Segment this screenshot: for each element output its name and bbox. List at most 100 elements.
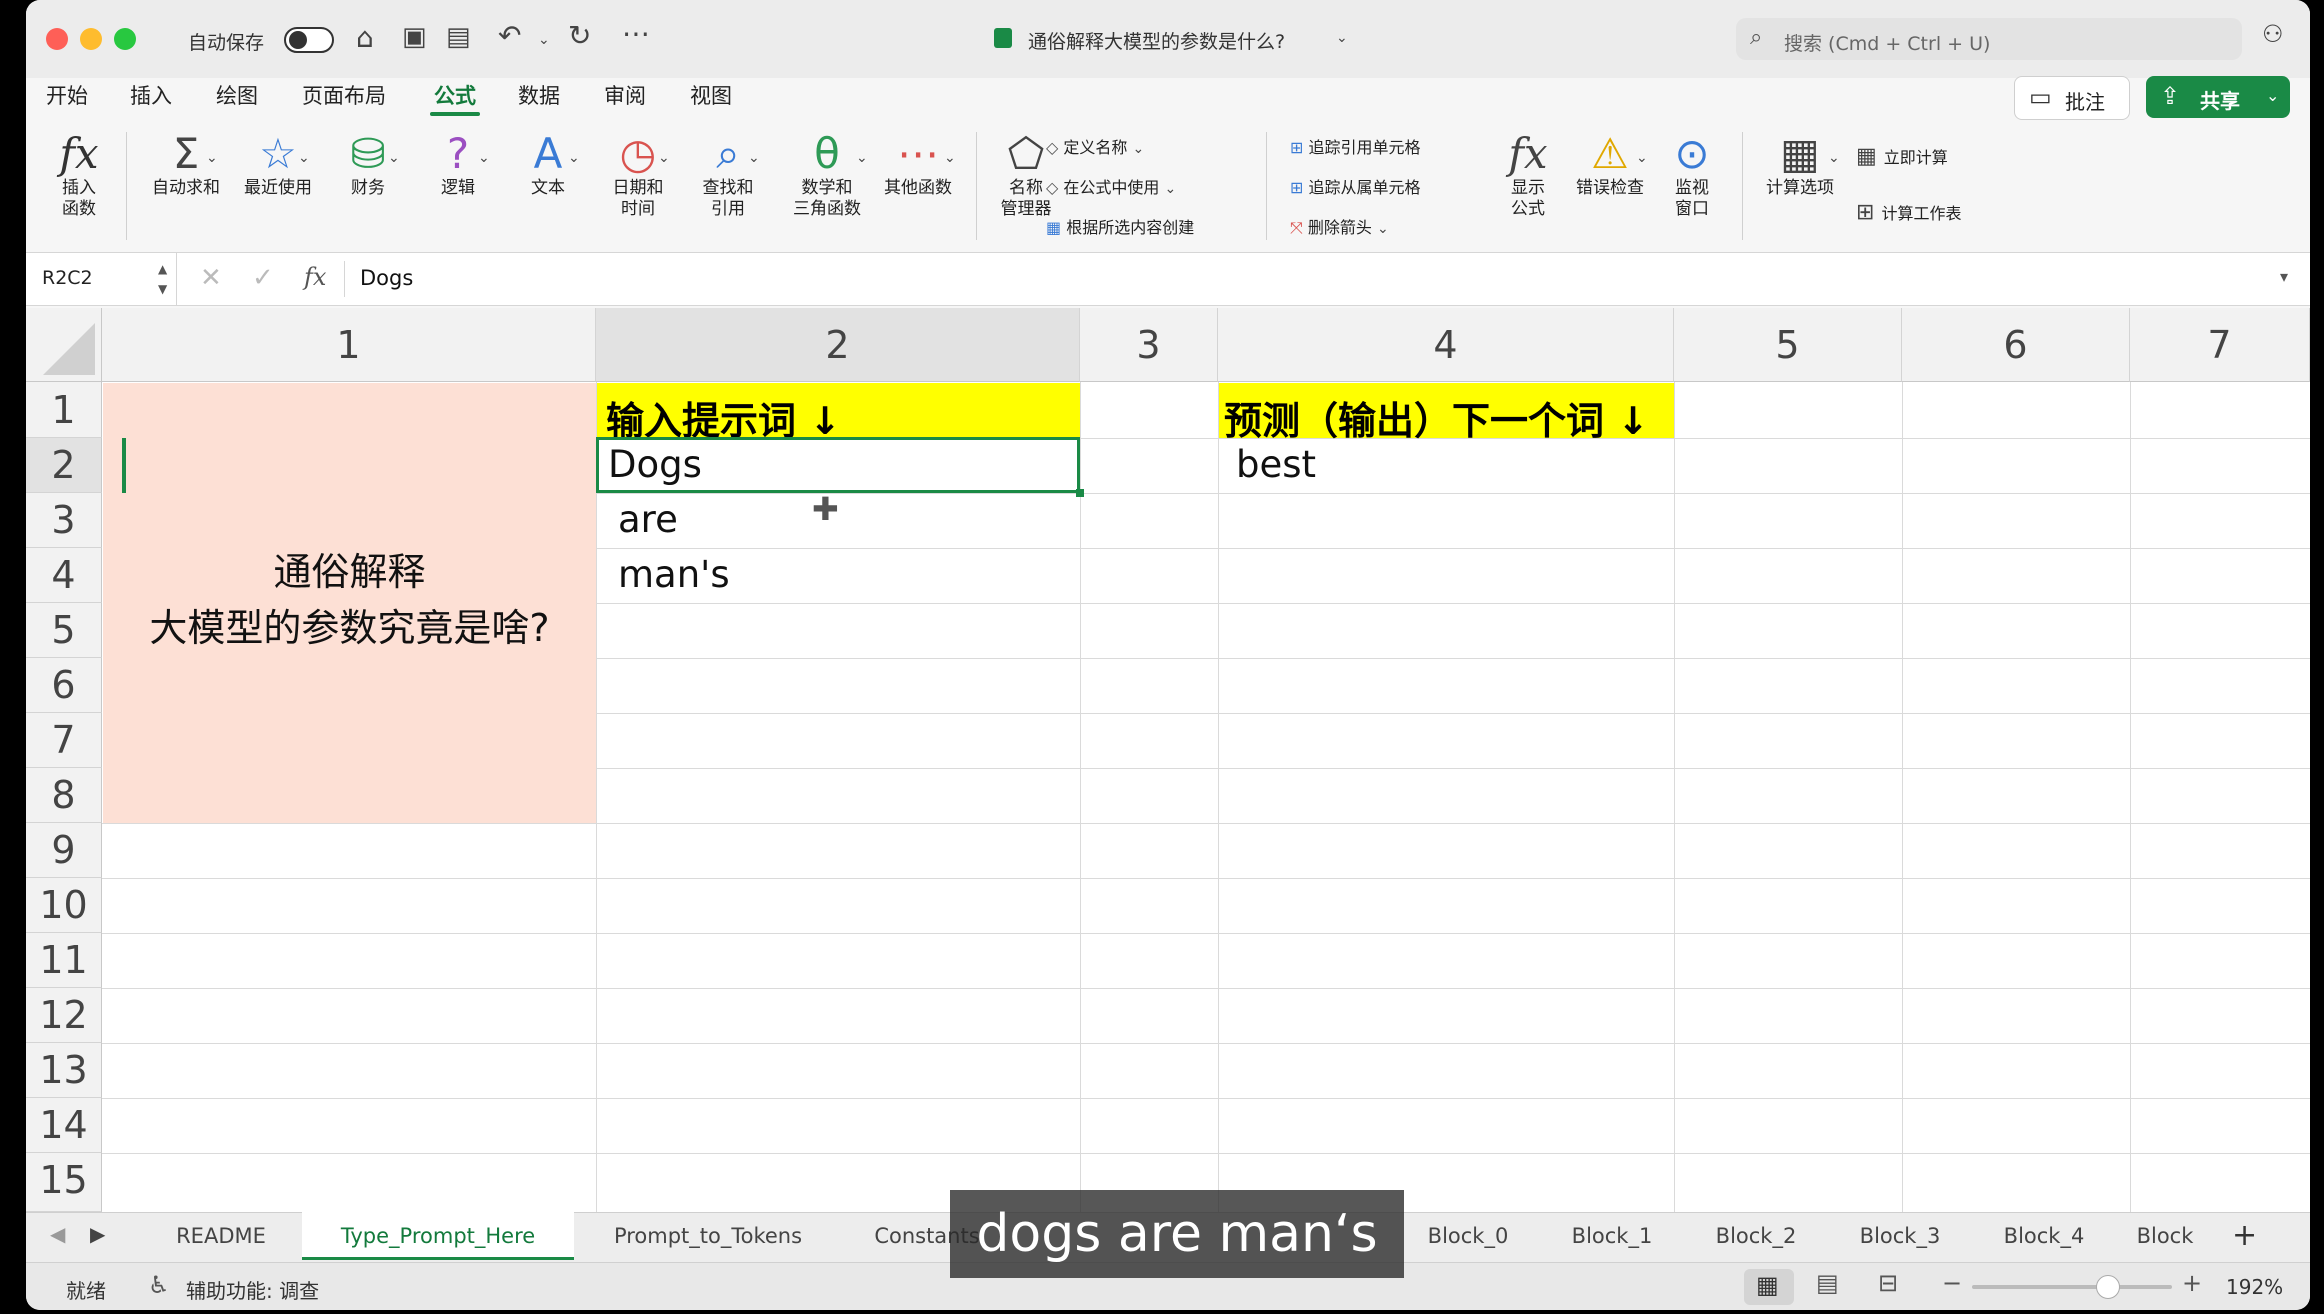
accessibility-icon[interactable]: ♿ — [148, 1271, 170, 1299]
tab-view[interactable]: 视图 — [690, 80, 732, 110]
sheet-tab-block-4[interactable]: Block_4 — [1972, 1212, 2116, 1260]
insert-function-button[interactable]: fx 插入 函数 — [46, 130, 112, 220]
financial-button[interactable]: ⛁ 财务 — [322, 130, 414, 199]
save-as-icon[interactable]: ▤ — [446, 24, 471, 50]
sheet-tab-type-prompt-here[interactable]: Type_Prompt_Here — [302, 1212, 574, 1260]
share-button[interactable]: ⇪ 共享 ⌄ — [2146, 76, 2290, 118]
tab-home[interactable]: 开始 — [46, 80, 88, 110]
save-icon[interactable]: ▣ — [402, 24, 427, 50]
column-header-6[interactable]: 6 — [1902, 308, 2130, 382]
page-layout-view-icon[interactable]: ▤ — [1816, 1269, 1839, 1297]
sheet-tab-readme[interactable]: README — [140, 1212, 302, 1260]
undo-icon[interactable]: ↶ — [498, 22, 521, 50]
enter-icon[interactable]: ✓ — [252, 263, 274, 293]
trace-precedents-button[interactable]: ⊞ 追踪引用单元格 — [1290, 134, 1421, 158]
next-sheet-icon[interactable]: ▶ — [90, 1222, 105, 1246]
text-functions-button[interactable]: A 文本 — [502, 130, 594, 199]
normal-view-button[interactable]: ▦ — [1744, 1269, 1794, 1305]
cell-r3c2[interactable]: are — [618, 498, 678, 541]
lookup-button[interactable]: ⌕ 查找和 引用 — [682, 130, 774, 220]
create-from-selection-button[interactable]: ▦ 根据所选内容创建 — [1046, 214, 1194, 238]
row-header-13[interactable]: 13 — [26, 1043, 102, 1098]
add-sheet-icon[interactable]: + — [2232, 1218, 2257, 1253]
comments-button[interactable]: ▭ 批注 — [2014, 76, 2130, 120]
logical-button[interactable]: ? 逻辑 — [412, 130, 504, 199]
name-box[interactable]: R2C2 ▲ ▼ — [26, 253, 177, 305]
more-icon[interactable]: ⋯ — [622, 20, 650, 48]
column-header-5[interactable]: 5 — [1674, 308, 1902, 382]
cancel-icon[interactable]: ✕ — [200, 263, 222, 293]
sheet-tab-prompt-to-tokens[interactable]: Prompt_to_Tokens — [574, 1212, 842, 1260]
define-name-button[interactable]: ◇ 定义名称 ⌄ — [1046, 134, 1144, 158]
watch-window-button[interactable]: ⊙ 监视 窗口 — [1660, 130, 1724, 220]
error-checking-dropdown-icon[interactable]: ⌄ — [1636, 150, 1648, 166]
tab-formulas[interactable]: 公式 — [434, 80, 476, 110]
account-icon[interactable]: ⚇ — [2262, 22, 2284, 46]
prev-sheet-icon[interactable]: ◀ — [50, 1222, 65, 1246]
column-header-3[interactable]: 3 — [1080, 308, 1218, 382]
show-formulas-button[interactable]: fx 显示 公式 — [1496, 130, 1560, 220]
sheet-tab-block[interactable]: Block — [2116, 1212, 2214, 1260]
lookup-dropdown-icon[interactable]: ⌄ — [748, 150, 760, 166]
sheet-tab-block-0[interactable]: Block_0 — [1396, 1212, 1540, 1260]
datetime-dropdown-icon[interactable]: ⌄ — [658, 150, 670, 166]
other-dropdown-icon[interactable]: ⌄ — [944, 150, 956, 166]
tab-insert[interactable]: 插入 — [130, 80, 172, 110]
row-header-5[interactable]: 5 — [26, 603, 102, 658]
row-header-9[interactable]: 9 — [26, 823, 102, 878]
autosave-toggle[interactable] — [284, 27, 334, 53]
row-header-8[interactable]: 8 — [26, 768, 102, 823]
name-box-stepper-icon[interactable]: ▲ ▼ — [158, 259, 167, 299]
cell-r4c2[interactable]: man's — [618, 553, 730, 596]
row-header-11[interactable]: 11 — [26, 933, 102, 988]
row-header-1[interactable]: 1 — [26, 382, 102, 438]
financial-dropdown-icon[interactable]: ⌄ — [388, 150, 400, 166]
zoom-slider-track[interactable] — [1972, 1285, 2172, 1289]
row-header-7[interactable]: 7 — [26, 713, 102, 768]
undo-dropdown-icon[interactable]: ⌄ — [538, 32, 550, 48]
column-header-7[interactable]: 7 — [2130, 308, 2310, 382]
home-icon[interactable]: ⌂ — [356, 24, 374, 52]
expand-formula-icon[interactable]: ▾ — [2280, 267, 2288, 286]
recently-used-button[interactable]: ☆ 最近使用 — [232, 130, 324, 199]
zoom-window-button[interactable] — [114, 28, 136, 50]
column-header-1[interactable]: 1 — [102, 308, 596, 382]
calculate-sheet-button[interactable]: ⊞ 计算工作表 — [1856, 200, 1961, 225]
sheet-tab-block-1[interactable]: Block_1 — [1540, 1212, 1684, 1260]
math-trig-button[interactable]: θ 数学和 三角函数 — [772, 130, 882, 220]
column-header-4[interactable]: 4 — [1218, 308, 1674, 382]
tab-data[interactable]: 数据 — [518, 80, 560, 110]
cell-r2c4[interactable]: best — [1236, 443, 1316, 486]
tab-review[interactable]: 审阅 — [604, 80, 646, 110]
select-all-corner[interactable] — [26, 308, 102, 382]
row-header-12[interactable]: 12 — [26, 988, 102, 1043]
autosum-button[interactable]: Σ 自动求和 — [140, 130, 232, 199]
tab-page-layout[interactable]: 页面布局 — [302, 80, 386, 110]
autosum-dropdown-icon[interactable]: ⌄ — [206, 150, 218, 166]
zoom-level[interactable]: 192% — [2226, 1275, 2283, 1299]
minimize-window-button[interactable] — [80, 28, 102, 50]
calc-options-dropdown-icon[interactable]: ⌄ — [1828, 150, 1840, 166]
text-dropdown-icon[interactable]: ⌄ — [568, 150, 580, 166]
row-header-15[interactable]: 15 — [26, 1153, 102, 1212]
zoom-out-icon[interactable]: − — [1942, 1269, 1962, 1297]
use-in-formula-button[interactable]: ◇ 在公式中使用 ⌄ — [1046, 174, 1176, 198]
title-dropdown-icon[interactable]: ⌄ — [1336, 30, 1348, 46]
logical-dropdown-icon[interactable]: ⌄ — [478, 150, 490, 166]
sheet-tab-block-3[interactable]: Block_3 — [1828, 1212, 1972, 1260]
redo-icon[interactable]: ↻ — [568, 22, 591, 50]
spreadsheet-grid[interactable]: 1 2 3 4 5 6 7 通俗解释 大模型的参数究竟是啥? 1 2 3 4 5… — [26, 308, 2310, 1212]
row-header-10[interactable]: 10 — [26, 878, 102, 933]
calculate-now-button[interactable]: ▦ 立即计算 — [1856, 144, 1948, 169]
remove-arrows-button[interactable]: ⤧ 删除箭头 ⌄ — [1290, 214, 1389, 238]
row-header-6[interactable]: 6 — [26, 658, 102, 713]
row-header-3[interactable]: 3 — [26, 493, 102, 548]
row-header-4[interactable]: 4 — [26, 548, 102, 603]
search-box[interactable]: ⌕ 搜索 (Cmd + Ctrl + U) — [1736, 18, 2242, 60]
row-header-14[interactable]: 14 — [26, 1098, 102, 1153]
accessibility-status[interactable]: 辅助功能: 调查 — [186, 1275, 319, 1304]
recent-dropdown-icon[interactable]: ⌄ — [298, 150, 310, 166]
sheet-tab-block-2[interactable]: Block_2 — [1684, 1212, 1828, 1260]
page-break-view-icon[interactable]: ⊟ — [1878, 1269, 1898, 1297]
close-window-button[interactable] — [46, 28, 68, 50]
